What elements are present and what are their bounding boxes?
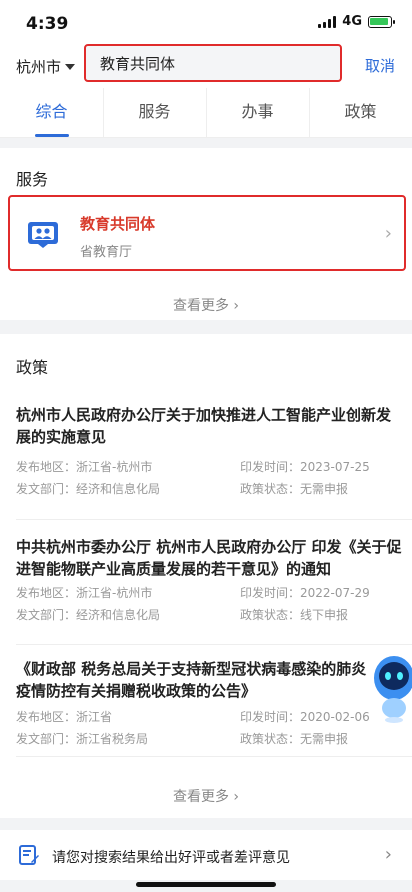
tab-services[interactable]: 服务	[103, 88, 206, 138]
policy-region: 发布地区：浙江省	[16, 710, 113, 724]
policy-date: 印发时间：2023-07-25	[240, 460, 370, 474]
tab-policies[interactable]: 政策	[309, 88, 412, 138]
policy-department: 发文部门：浙江省税务局	[16, 732, 149, 746]
policy-date: 印发时间：2020-02-06	[240, 710, 370, 724]
cancel-button[interactable]: 取消	[365, 55, 395, 76]
divider	[16, 644, 412, 645]
services-see-more[interactable]: 查看更多 ›	[0, 295, 412, 315]
service-item-education[interactable]: 教育共同体 省教育厅 ›	[8, 195, 406, 271]
chevron-right-icon: ›	[233, 789, 240, 805]
assistant-robot-icon[interactable]	[364, 648, 412, 726]
search-input[interactable]	[86, 46, 340, 80]
service-name: 教育共同体	[80, 215, 156, 233]
status-time: 4:39	[26, 14, 69, 34]
city-label: 杭州市	[16, 58, 62, 76]
signal-icon	[318, 15, 337, 28]
policy-status: 政策状态：无需申报	[240, 482, 349, 496]
city-selector[interactable]: 杭州市	[16, 56, 76, 77]
policy-status: 政策状态：线下申报	[240, 608, 349, 622]
tab-all[interactable]: 综合	[0, 88, 103, 137]
home-indicator	[136, 882, 276, 887]
policy-title: 《财政部 税务总局关于支持新型冠状病毒感染的肺炎疫情防控有关捐赠税收政策的公告》	[16, 660, 367, 700]
feedback-edit-icon	[19, 845, 39, 865]
divider	[16, 756, 412, 757]
search-box	[84, 44, 342, 82]
chevron-right-icon: ›	[384, 844, 392, 865]
battery-icon	[368, 15, 395, 28]
policy-department: 发文部门：经济和信息化局	[16, 608, 161, 622]
search-bar: 杭州市 取消	[0, 44, 412, 88]
policy-date: 印发时间：2022-07-29	[240, 586, 370, 600]
feedback-bar[interactable]: 请您对搜索结果给出好评或者差评意见 ›	[0, 830, 412, 880]
policies-see-more[interactable]: 查看更多 ›	[0, 786, 412, 806]
divider	[16, 519, 412, 520]
chevron-right-icon: ›	[233, 298, 240, 314]
see-more-label: 查看更多	[172, 298, 229, 314]
policy-region: 发布地区：浙江省-杭州市	[16, 586, 153, 600]
policy-item[interactable]: 杭州市人民政府办公厅关于加快推进人工智能产业创新发展的实施意见 发布地区：浙江省…	[0, 404, 412, 514]
chevron-right-icon: ›	[384, 223, 392, 244]
policy-region: 发布地区：浙江省-杭州市	[16, 460, 153, 474]
result-tabs: 综合 服务 办事 政策	[0, 88, 412, 138]
policy-status: 政策状态：无需申报	[240, 732, 349, 746]
feedback-text: 请您对搜索结果给出好评或者差评意见	[52, 850, 290, 866]
tab-affairs[interactable]: 办事	[206, 88, 309, 138]
service-department: 省教育厅	[80, 245, 133, 260]
policy-title: 杭州市人民政府办公厅关于加快推进人工智能产业创新发展的实施意见	[16, 406, 392, 446]
section-title-services: 服务	[16, 170, 49, 189]
service-card-icon	[28, 222, 58, 248]
caret-down-icon	[65, 63, 76, 70]
policy-item[interactable]: 《财政部 税务总局关于支持新型冠状病毒感染的肺炎疫情防控有关捐赠税收政策的公告》…	[0, 658, 412, 768]
section-title-policies: 政策	[16, 358, 49, 377]
status-bar: 4:39 4G	[0, 0, 412, 44]
policy-title: 中共杭州市委办公厅 杭州市人民政府办公厅 印发《关于促进智能物联产业高质量发展的…	[16, 538, 402, 578]
network-label: 4G	[342, 14, 362, 29]
policy-department: 发文部门：经济和信息化局	[16, 482, 161, 496]
policy-item[interactable]: 中共杭州市委办公厅 杭州市人民政府办公厅 印发《关于促进智能物联产业高质量发展的…	[0, 536, 412, 646]
see-more-label: 查看更多	[172, 789, 229, 805]
status-icons: 4G	[318, 14, 395, 29]
